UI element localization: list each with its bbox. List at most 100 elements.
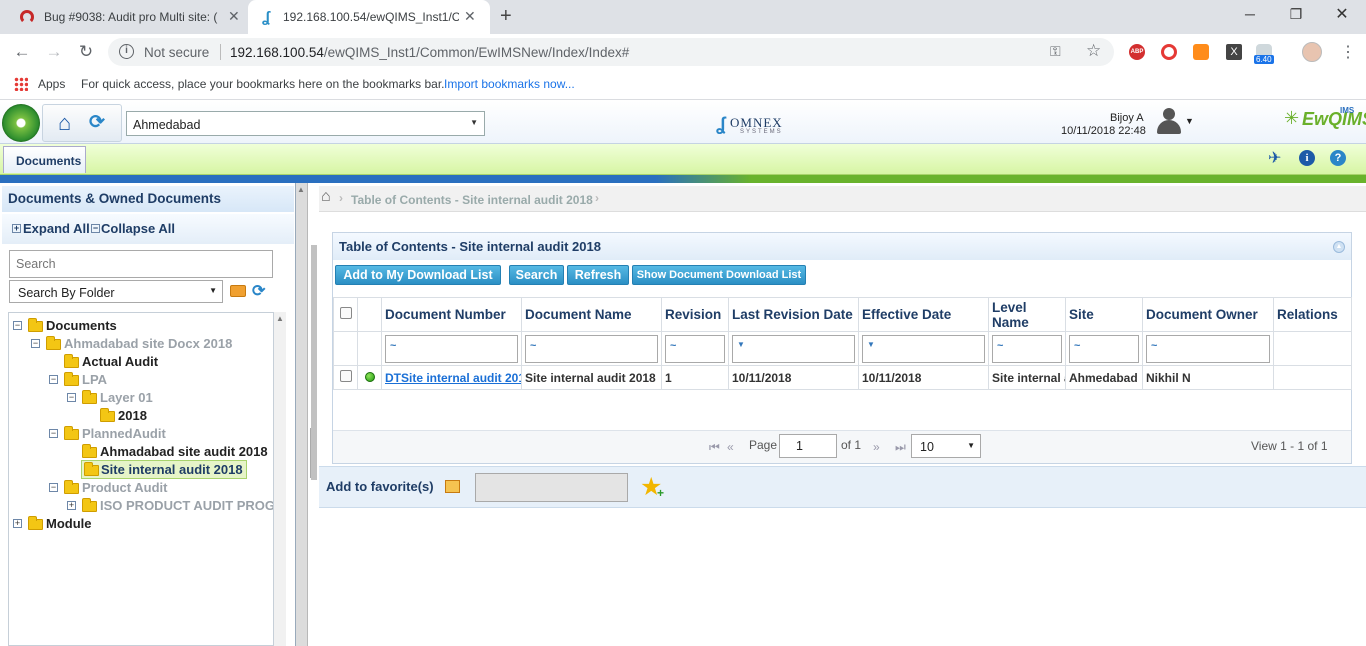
col-relations[interactable]: Relations <box>1273 297 1352 332</box>
apps-grid-icon[interactable] <box>14 77 28 91</box>
home-icon[interactable]: ⌂ <box>58 110 71 136</box>
col-site[interactable]: Site <box>1065 297 1143 332</box>
tree-node-layer-01[interactable]: − Layer 01 <box>9 389 259 407</box>
favorite-folder-input[interactable] <box>475 473 628 502</box>
window-close-icon[interactable]: ✕ <box>1332 4 1352 24</box>
info-circle-icon[interactable]: i <box>1299 150 1315 166</box>
panel-splitter[interactable]: ▲ <box>296 183 316 646</box>
collapse-node-icon[interactable]: − <box>49 429 58 438</box>
document-number-filter[interactable]: ~ <box>385 334 518 363</box>
close-icon[interactable]: ✕ <box>228 8 240 25</box>
collapse-all-link[interactable]: Collapse All <box>101 221 175 236</box>
collapse-node-icon[interactable]: − <box>67 393 76 402</box>
search-by-select[interactable]: Search By Folder ▼ <box>9 280 223 303</box>
row-checkbox[interactable] <box>339 370 352 382</box>
table-row[interactable]: DTSite internal audit 2018 Site internal… <box>333 365 1352 390</box>
close-icon[interactable]: ✕ <box>464 8 476 25</box>
key-icon[interactable]: ⚿ <box>1050 43 1061 60</box>
col-level-name[interactable]: Level Name <box>988 297 1066 332</box>
col-last-revision-date[interactable]: Last Revision Date <box>728 297 859 332</box>
tree-node-ahmadabad-site-audit[interactable]: Ahmadabad site audit 2018 <box>9 443 273 461</box>
folder-tree-icon[interactable] <box>445 480 460 493</box>
opera-icon[interactable] <box>1161 44 1177 60</box>
collapse-node-icon[interactable]: − <box>31 339 40 348</box>
document-owner-filter[interactable]: ~ <box>1146 334 1270 363</box>
collapse-icon[interactable]: − <box>91 224 100 233</box>
star-icon[interactable]: ☆ <box>1086 41 1101 61</box>
profile-avatar[interactable] <box>1302 42 1322 62</box>
col-revision[interactable]: Revision <box>661 297 729 332</box>
reload-icon[interactable]: ↻ <box>76 42 96 62</box>
tree-node-actual-audit[interactable]: Actual Audit <box>9 353 259 371</box>
pin-icon[interactable]: ✈ <box>1268 148 1281 168</box>
collapse-node-icon[interactable]: − <box>13 321 22 330</box>
breadcrumb-current[interactable]: Table of Contents - Site internal audit … <box>351 193 593 207</box>
site-filter[interactable]: ~ <box>1069 334 1139 363</box>
puzzle-icon[interactable] <box>1193 44 1209 60</box>
tree-node-ahmadabad-docx[interactable]: − Ahmadabad site Docx 2018 <box>9 335 259 353</box>
apps-link[interactable]: Apps <box>38 77 65 91</box>
tree-node-iso-product-audit[interactable]: + ISO PRODUCT AUDIT PROGR <box>9 497 273 515</box>
collapse-node-icon[interactable]: − <box>49 483 58 492</box>
page-size-select[interactable]: 10 ▼ <box>911 434 981 458</box>
effective-date-filter[interactable]: ▼ <box>862 334 985 363</box>
browser-tab-bug[interactable]: Bug #9038: Audit pro Multi site: ( ✕ <box>8 0 248 34</box>
tree-node-plannedaudit[interactable]: − PlannedAudit <box>9 425 259 443</box>
x-extension-icon[interactable]: X <box>1226 44 1242 60</box>
scroll-up-icon[interactable]: ▲ <box>297 185 305 194</box>
last-page-icon[interactable]: ⏭ <box>895 440 906 455</box>
tree-node-module[interactable]: + Module <box>9 515 259 533</box>
menu-kebab-icon[interactable]: ⋮ <box>1340 42 1356 62</box>
col-effective-date[interactable]: Effective Date <box>858 297 989 332</box>
site-select[interactable]: Ahmedabad ▼ <box>126 111 485 136</box>
prev-page-icon[interactable]: « <box>727 440 734 454</box>
minimize-icon[interactable]: ─ <box>1240 6 1260 22</box>
tree-node-2018[interactable]: 2018 <box>9 407 259 425</box>
info-icon[interactable]: i <box>119 44 134 59</box>
col-document-number[interactable]: Document Number <box>381 297 522 332</box>
add-to-download-list-button[interactable]: Add to My Download List <box>335 265 501 285</box>
expand-all-link[interactable]: Expand All <box>23 221 90 236</box>
col-document-name[interactable]: Document Name <box>521 297 662 332</box>
expand-icon[interactable]: + <box>12 224 21 233</box>
adblock-icon[interactable]: ABP <box>1129 44 1145 60</box>
col-document-owner[interactable]: Document Owner <box>1142 297 1274 332</box>
tree-refresh-icon[interactable]: ⟳ <box>252 281 265 301</box>
new-tab-icon[interactable]: + <box>500 5 512 28</box>
browser-tab-active[interactable]: ʆ 192.168.100.54/ewQIMS_Inst1/Co ✕ <box>248 0 490 34</box>
help-icon[interactable]: ? <box>1330 150 1346 166</box>
tree-node-product-audit[interactable]: − Product Audit <box>9 479 259 497</box>
refresh-button[interactable]: Refresh <box>567 265 629 285</box>
tree-node-documents[interactable]: − Documents <box>9 317 259 335</box>
back-icon[interactable]: ← <box>12 42 32 62</box>
refresh-icon[interactable]: ⟳ <box>89 111 105 134</box>
document-name-filter[interactable]: ~ <box>525 334 658 363</box>
collapse-node-icon[interactable]: − <box>49 375 58 384</box>
menu-tab-documents[interactable]: Documents <box>3 146 86 173</box>
collapse-panel-icon[interactable]: ▲ <box>1333 241 1345 253</box>
breadcrumb-home-icon[interactable]: ⌂ <box>321 188 331 206</box>
app-logo-icon[interactable] <box>2 104 40 142</box>
level-name-filter[interactable]: ~ <box>992 334 1062 363</box>
revision-filter[interactable]: ~ <box>665 334 725 363</box>
select-all-checkbox[interactable] <box>339 307 352 319</box>
expand-node-icon[interactable]: + <box>13 519 22 528</box>
folder-search-icon[interactable] <box>230 285 246 297</box>
forward-icon[interactable]: → <box>44 42 64 62</box>
splitter-grip[interactable] <box>311 245 317 480</box>
omnibox[interactable]: i Not secure 192.168.100.54/ewQIMS_Inst1… <box>108 38 1114 66</box>
last-revision-date-filter[interactable]: ▼ <box>732 334 855 363</box>
tree-search-input[interactable] <box>9 250 273 278</box>
expand-node-icon[interactable]: + <box>67 501 76 510</box>
show-download-list-button[interactable]: Show Document Download List <box>632 265 806 285</box>
first-page-icon[interactable]: ⏮ <box>709 440 720 455</box>
search-button[interactable]: Search <box>509 265 564 285</box>
page-number-input[interactable] <box>779 434 837 458</box>
tree-node-lpa[interactable]: − LPA <box>9 371 259 389</box>
tree-node-site-internal-audit[interactable]: Site internal audit 2018 <box>81 460 247 479</box>
scroll-up-icon[interactable]: ▲ <box>276 314 284 323</box>
user-avatar-icon[interactable] <box>1155 106 1185 136</box>
next-page-icon[interactable]: » <box>873 440 880 454</box>
user-menu-chevron-icon[interactable]: ▼ <box>1185 116 1194 126</box>
restore-icon[interactable]: ❐ <box>1286 6 1306 23</box>
